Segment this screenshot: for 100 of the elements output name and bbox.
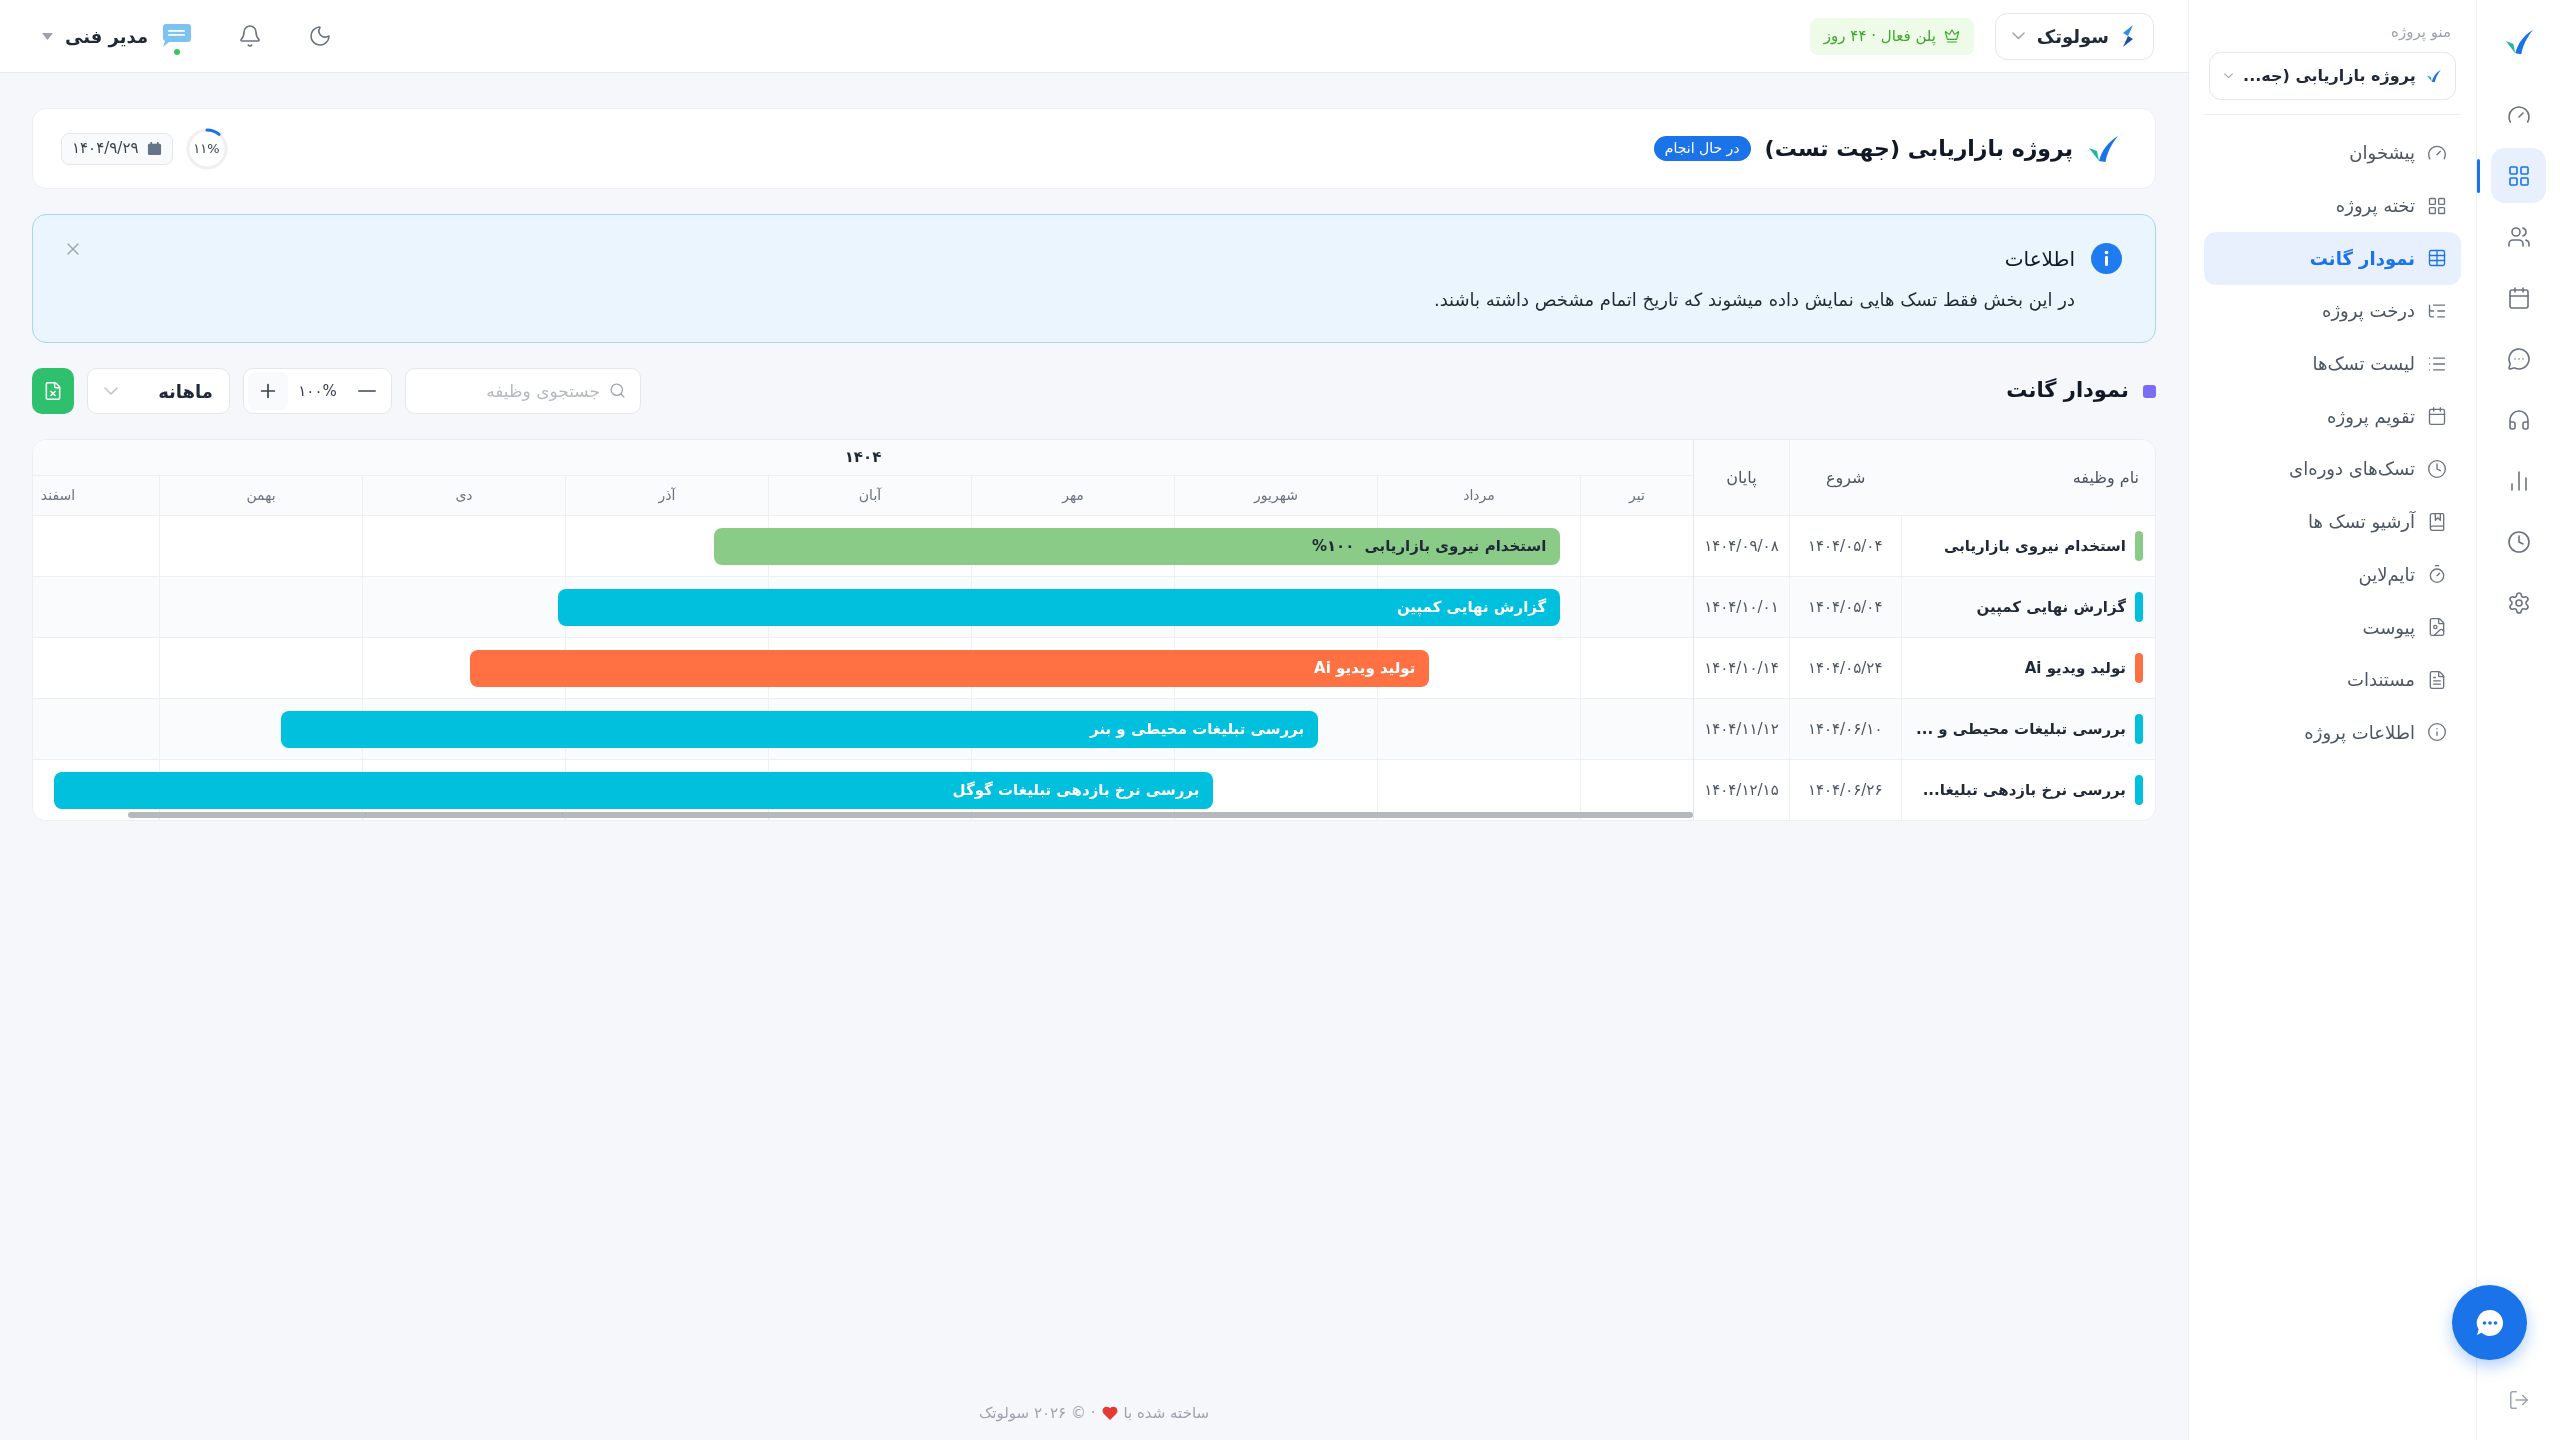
alert-title: اطلاعات	[2004, 245, 2075, 273]
end-date-cell-text: ۱۴۰۴/۰۹/۰۸	[1704, 535, 1779, 557]
month-label: تیر	[1629, 486, 1645, 505]
user-menu[interactable]: مدیر فنی	[42, 22, 193, 50]
clock-icon	[2506, 529, 2531, 554]
moon-icon[interactable]	[308, 24, 333, 48]
info-icon	[2427, 722, 2447, 743]
task-name: استخدام نیروی بازاریابی	[1944, 535, 2126, 557]
menu-item[interactable]: پیشخوان	[2204, 126, 2461, 180]
zoom-level-text: ۱۰۰%	[298, 380, 337, 402]
active-indicator	[2477, 158, 2480, 193]
start-date-cell-text: ۱۴۰۴/۰۶/۲۶	[1807, 779, 1883, 801]
table-icon	[2427, 248, 2447, 269]
menu-item[interactable]: آرشیو تسک ها	[2204, 495, 2461, 548]
minus-icon	[358, 390, 376, 392]
progress-percent: ۱۱%	[192, 139, 221, 158]
task-name: تولید ویدیو Ai	[2024, 657, 2126, 679]
chat-icon	[2506, 346, 2531, 371]
calendar-icon	[2427, 406, 2447, 427]
rail-item[interactable]	[2491, 148, 2546, 203]
menu-item[interactable]: درخت پروژه	[2204, 284, 2461, 338]
bar-label: گزارش نهایی کمپین	[1396, 597, 1547, 619]
grid-icon	[2427, 195, 2447, 216]
month-label: مهر	[1062, 486, 1084, 506]
bar-label: بررسی نرخ بازدهی تبلیغات گوگل	[952, 780, 1200, 802]
end-date-cell-text: ۱۴۰۴/۱۰/۰۱	[1704, 596, 1779, 618]
month-label: شهریور	[1254, 486, 1298, 506]
plan-status-text: پلن فعال · ۴۴ روز	[1823, 25, 1936, 47]
month-label: دی	[455, 486, 473, 505]
clock-icon	[2427, 458, 2447, 479]
search-field[interactable]: جستجوی وظیفه	[405, 368, 641, 414]
start-date-cell-text: ۱۴۰۴/۰۵/۰۴	[1807, 535, 1883, 557]
menu-item[interactable]: اطلاعات پروژه	[2204, 706, 2461, 759]
users-icon	[2506, 224, 2531, 249]
due-date-text: ۱۴۰۴/۹/۲۹	[72, 138, 139, 160]
end-date-cell-text: ۱۴۰۴/۱۲/۱۵	[1704, 779, 1779, 801]
month-label: مرداد	[1463, 486, 1495, 506]
column-header: شروع	[1825, 466, 1866, 490]
menu-label: منو پروژه	[2390, 22, 2452, 43]
scrollbar-thumb[interactable]	[128, 812, 1693, 818]
logo-icon	[2503, 27, 2534, 57]
headphones-icon	[2506, 407, 2531, 432]
file-text-icon	[2427, 669, 2447, 690]
column-header: پایان	[1726, 466, 1757, 490]
view-select[interactable]: ماهانه	[87, 368, 230, 414]
bookmark-book-icon	[2427, 511, 2447, 532]
end-date-cell-text: ۱۴۰۴/۱۱/۱۲	[1704, 718, 1779, 740]
menu-item[interactable]: پیوست	[2204, 600, 2461, 654]
calendar-icon	[2506, 285, 2531, 310]
logout-icon[interactable]	[2507, 1389, 2530, 1411]
calendar-icon	[146, 141, 162, 156]
month-label: اسفند	[40, 486, 76, 505]
status-badge: در حال انجام	[1653, 136, 1751, 161]
gantt-bar[interactable]: استخدام نیروی بازاریابی %۱۰۰	[713, 528, 1561, 565]
avatar-icon	[160, 23, 193, 49]
bar-label: استخدام نیروی بازاریابی	[1364, 536, 1547, 558]
workspace-selector[interactable]: سولوتک	[1995, 12, 2154, 60]
footer-text: ساخته شده با	[1123, 1402, 1210, 1424]
info-icon	[2091, 243, 2122, 274]
bar-label: تولید ویدیو Ai	[1314, 658, 1416, 680]
start-date-cell-text: ۱۴۰۴/۰۵/۰۴	[1807, 596, 1883, 618]
settings-icon	[2506, 590, 2531, 615]
chevron-down-icon	[104, 387, 118, 395]
file-x-icon	[43, 381, 63, 401]
zoom-in-button[interactable]	[248, 372, 288, 410]
menu-item[interactable]: نمودار گانت	[2204, 231, 2461, 285]
search-icon	[609, 382, 626, 399]
bell-icon[interactable]	[238, 24, 263, 48]
task-name: گزارش نهایی کمپین	[1976, 596, 2126, 619]
timer-icon	[2427, 564, 2447, 585]
heart-icon	[1101, 1406, 1118, 1420]
title-marker-icon	[2143, 384, 2156, 398]
menu-item[interactable]: لیست تسک‌ها	[2204, 337, 2461, 390]
caret-icon	[42, 32, 53, 40]
task-name: بررسی نرخ بازدهی تبلیغا...	[1922, 779, 2126, 801]
chevron-down-icon	[2012, 32, 2025, 40]
bar-progress-text: %۱۰۰	[1311, 536, 1355, 558]
bar-label: بررسی تبلیغات محیطی و بنر	[1090, 719, 1305, 741]
menu-item[interactable]: مستندات	[2204, 653, 2461, 707]
chat-bubble-icon	[2474, 1307, 2505, 1338]
project-title: پروژه بازاریابی (جهت تست)	[1764, 135, 2073, 164]
chevron-down-icon	[2224, 71, 2234, 80]
menu-item[interactable]: تایم‌لاین	[2204, 548, 2461, 601]
end-date-cell-text: ۱۴۰۴/۱۰/۱۴	[1704, 657, 1779, 679]
project-selector[interactable]: پروژه بازاریابی (جه...	[2209, 51, 2456, 100]
crown-icon	[1944, 28, 1960, 44]
year-label: ۱۴۰۴	[844, 447, 882, 469]
gantt-title: نمودار گانت	[2006, 377, 2129, 405]
column-header: نام وظیفه	[2072, 466, 2139, 489]
start-date-cell-text: ۱۴۰۴/۰۵/۲۴	[1807, 657, 1883, 679]
start-date-cell-text: ۱۴۰۴/۰۶/۱۰	[1807, 718, 1883, 740]
menu-item[interactable]: تخته پروژه	[2204, 179, 2461, 232]
alert-message: در این بخش فقط تسک هایی نمایش داده میشوند که تاریخ اتمام مشخص داشته باشند.	[1433, 288, 2075, 313]
menu-item[interactable]: تقویم پروژه	[2204, 389, 2461, 443]
copyright-text: · © ۲۰۲۶ سولوتک	[978, 1402, 1096, 1424]
menu-item[interactable]: تسک‌های دوره‌ای	[2204, 442, 2461, 496]
task-name: بررسی تبلیغات محیطی و ...	[1916, 718, 2126, 740]
grid-icon	[2506, 163, 2531, 188]
export-excel-button[interactable]	[32, 368, 74, 414]
file-image-icon	[2427, 617, 2447, 638]
